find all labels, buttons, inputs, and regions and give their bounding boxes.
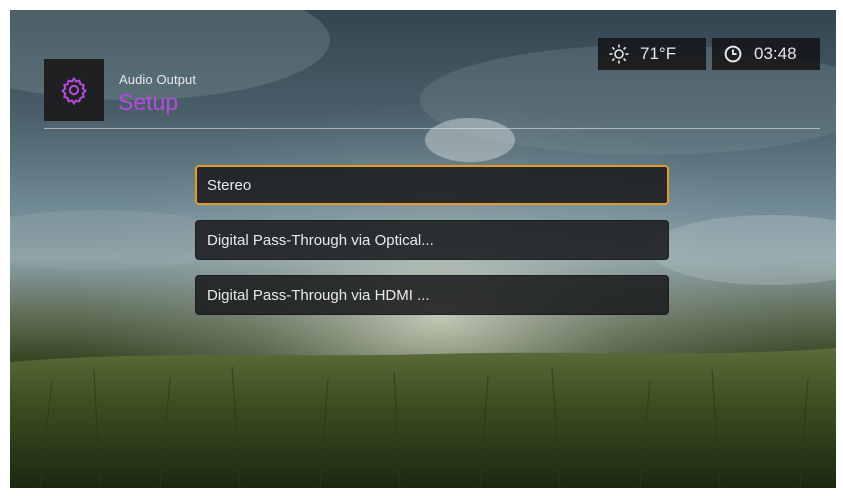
- page-title: Setup: [118, 89, 179, 115]
- header-divider: [44, 128, 820, 129]
- menu-item-stereo[interactable]: Stereo: [195, 165, 669, 205]
- menu-item-optical-passthrough[interactable]: Digital Pass-Through via Optical...: [195, 220, 669, 260]
- sun-icon: [608, 43, 630, 65]
- gear-icon: [61, 76, 87, 105]
- section-subtitle: Audio Output: [119, 72, 197, 87]
- temperature-readout: 71°F: [640, 44, 677, 63]
- setup-icon-tile: [44, 59, 104, 121]
- screen-frame: Audio Output Setup 71°F 03:48 Stereo Dig…: [10, 10, 836, 488]
- weather-widget: 71°F: [598, 38, 706, 70]
- menu-item-hdmi-passthrough[interactable]: Digital Pass-Through via HDMI ...: [195, 275, 669, 315]
- clock-icon: [722, 43, 744, 65]
- audio-output-menu: Stereo Digital Pass-Through via Optical.…: [195, 165, 669, 330]
- clock-widget: 03:48: [712, 38, 820, 70]
- menu-item-label: Stereo: [207, 176, 252, 194]
- time-readout: 03:48: [754, 44, 797, 63]
- menu-item-label: Digital Pass-Through via Optical...: [207, 231, 434, 249]
- menu-item-label: Digital Pass-Through via HDMI ...: [207, 286, 430, 304]
